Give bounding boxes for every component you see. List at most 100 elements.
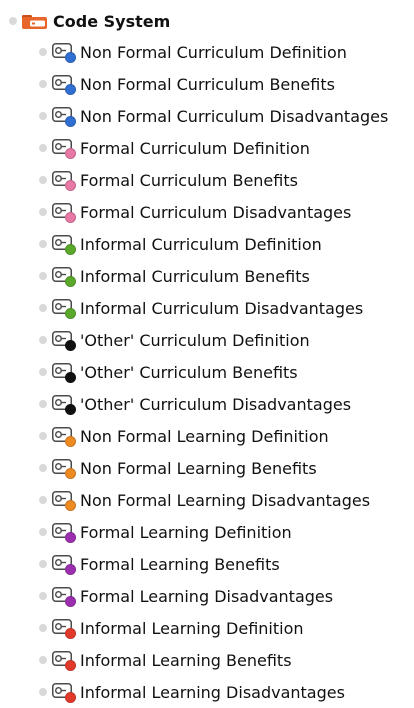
code-label: Informal Curriculum Definition xyxy=(80,234,322,254)
code-bullet-icon xyxy=(39,112,47,120)
code-tag-icon xyxy=(49,426,79,447)
code-label: Informal Curriculum Disadvantages xyxy=(80,298,364,318)
code-bullet-icon xyxy=(39,624,47,632)
code-label: 'Other' Curriculum Benefits xyxy=(80,362,298,382)
code-color-dot-icon xyxy=(65,404,76,415)
code-item[interactable]: Formal Curriculum Definition xyxy=(0,132,414,164)
code-bullet-icon xyxy=(39,48,47,56)
code-tag-icon xyxy=(49,234,79,255)
code-item[interactable]: Informal Curriculum Definition xyxy=(0,228,414,260)
code-color-dot-icon xyxy=(65,372,76,383)
code-tag-icon xyxy=(49,650,79,671)
code-system-tree: Code System Non Formal Curriculum Defini… xyxy=(0,0,414,708)
code-color-dot-icon xyxy=(65,564,76,575)
code-item[interactable]: Non Formal Learning Disadvantages xyxy=(0,484,414,516)
code-tag-icon xyxy=(49,170,79,191)
code-tag-icon xyxy=(49,266,79,287)
code-tag-icon xyxy=(49,618,79,639)
code-label: Informal Learning Disadvantages xyxy=(80,682,345,702)
code-bullet-icon xyxy=(39,368,47,376)
code-label: Informal Learning Benefits xyxy=(80,650,292,670)
expand-bullet-icon[interactable] xyxy=(9,17,17,25)
code-tag-icon xyxy=(49,74,79,95)
code-color-dot-icon xyxy=(65,436,76,447)
code-label: Formal Learning Definition xyxy=(80,522,292,542)
code-item[interactable]: Informal Learning Disadvantages xyxy=(0,676,414,708)
code-bullet-icon xyxy=(39,336,47,344)
code-list: Non Formal Curriculum Definition Non Form… xyxy=(0,36,414,708)
code-label: Formal Learning Disadvantages xyxy=(80,586,334,606)
code-color-dot-icon xyxy=(65,84,76,95)
code-tag-icon xyxy=(49,42,79,63)
code-bullet-icon xyxy=(39,80,47,88)
code-label: Formal Curriculum Definition xyxy=(80,138,310,158)
code-bullet-icon xyxy=(39,656,47,664)
code-bullet-icon xyxy=(39,304,47,312)
code-color-dot-icon xyxy=(65,596,76,607)
code-item[interactable]: Formal Learning Disadvantages xyxy=(0,580,414,612)
code-tag-icon xyxy=(49,362,79,383)
code-tag-icon xyxy=(49,298,79,319)
code-bullet-icon xyxy=(39,688,47,696)
code-tag-icon xyxy=(49,522,79,543)
code-color-dot-icon xyxy=(65,244,76,255)
code-label: Informal Learning Definition xyxy=(80,618,304,638)
code-item[interactable]: Non Formal Curriculum Definition xyxy=(0,36,414,68)
code-color-dot-icon xyxy=(65,500,76,511)
code-system-root[interactable]: Code System xyxy=(0,6,414,36)
code-tag-icon xyxy=(49,394,79,415)
code-bullet-icon xyxy=(39,496,47,504)
code-item[interactable]: Non Formal Learning Definition xyxy=(0,420,414,452)
code-item[interactable]: Non Formal Curriculum Disadvantages xyxy=(0,100,414,132)
code-bullet-icon xyxy=(39,176,47,184)
code-color-dot-icon xyxy=(65,628,76,639)
code-item[interactable]: Formal Learning Benefits xyxy=(0,548,414,580)
code-item[interactable]: Informal Learning Definition xyxy=(0,612,414,644)
code-bullet-icon xyxy=(39,560,47,568)
code-system-label: Code System xyxy=(53,11,171,31)
code-item[interactable]: 'Other' Curriculum Benefits xyxy=(0,356,414,388)
code-label: 'Other' Curriculum Definition xyxy=(80,330,310,350)
code-tag-icon xyxy=(49,330,79,351)
code-color-dot-icon xyxy=(65,468,76,479)
code-color-dot-icon xyxy=(65,212,76,223)
code-color-dot-icon xyxy=(65,180,76,191)
code-item[interactable]: Informal Curriculum Disadvantages xyxy=(0,292,414,324)
code-bullet-icon xyxy=(39,240,47,248)
code-item[interactable]: 'Other' Curriculum Disadvantages xyxy=(0,388,414,420)
code-bullet-icon xyxy=(39,528,47,536)
code-color-dot-icon xyxy=(65,276,76,287)
code-bullet-icon xyxy=(39,144,47,152)
code-tag-icon xyxy=(49,458,79,479)
code-item[interactable]: 'Other' Curriculum Definition xyxy=(0,324,414,356)
code-label: Formal Curriculum Benefits xyxy=(80,170,298,190)
code-item[interactable]: Formal Learning Definition xyxy=(0,516,414,548)
code-item[interactable]: Informal Learning Benefits xyxy=(0,644,414,676)
code-label: 'Other' Curriculum Disadvantages xyxy=(80,394,352,414)
code-label: Formal Learning Benefits xyxy=(80,554,280,574)
code-tag-icon xyxy=(49,490,79,511)
code-color-dot-icon xyxy=(65,116,76,127)
code-color-dot-icon xyxy=(65,660,76,671)
code-tag-icon xyxy=(49,106,79,127)
code-system-folder-icon xyxy=(22,15,47,29)
code-color-dot-icon xyxy=(65,148,76,159)
code-tag-icon xyxy=(49,138,79,159)
code-item[interactable]: Non Formal Learning Benefits xyxy=(0,452,414,484)
code-label: Non Formal Curriculum Benefits xyxy=(80,74,335,94)
code-item[interactable]: Non Formal Curriculum Benefits xyxy=(0,68,414,100)
code-item[interactable]: Informal Curriculum Benefits xyxy=(0,260,414,292)
code-label: Non Formal Curriculum Disadvantages xyxy=(80,106,389,126)
code-label: Non Formal Learning Disadvantages xyxy=(80,490,371,510)
code-item[interactable]: Formal Curriculum Disadvantages xyxy=(0,196,414,228)
code-tag-icon xyxy=(49,586,79,607)
code-label: Non Formal Curriculum Definition xyxy=(80,42,347,62)
code-label: Informal Curriculum Benefits xyxy=(80,266,310,286)
code-bullet-icon xyxy=(39,592,47,600)
code-tag-icon xyxy=(49,682,79,703)
code-label: Non Formal Learning Benefits xyxy=(80,458,317,478)
code-color-dot-icon xyxy=(65,308,76,319)
code-bullet-icon xyxy=(39,432,47,440)
code-item[interactable]: Formal Curriculum Benefits xyxy=(0,164,414,196)
code-color-dot-icon xyxy=(65,340,76,351)
